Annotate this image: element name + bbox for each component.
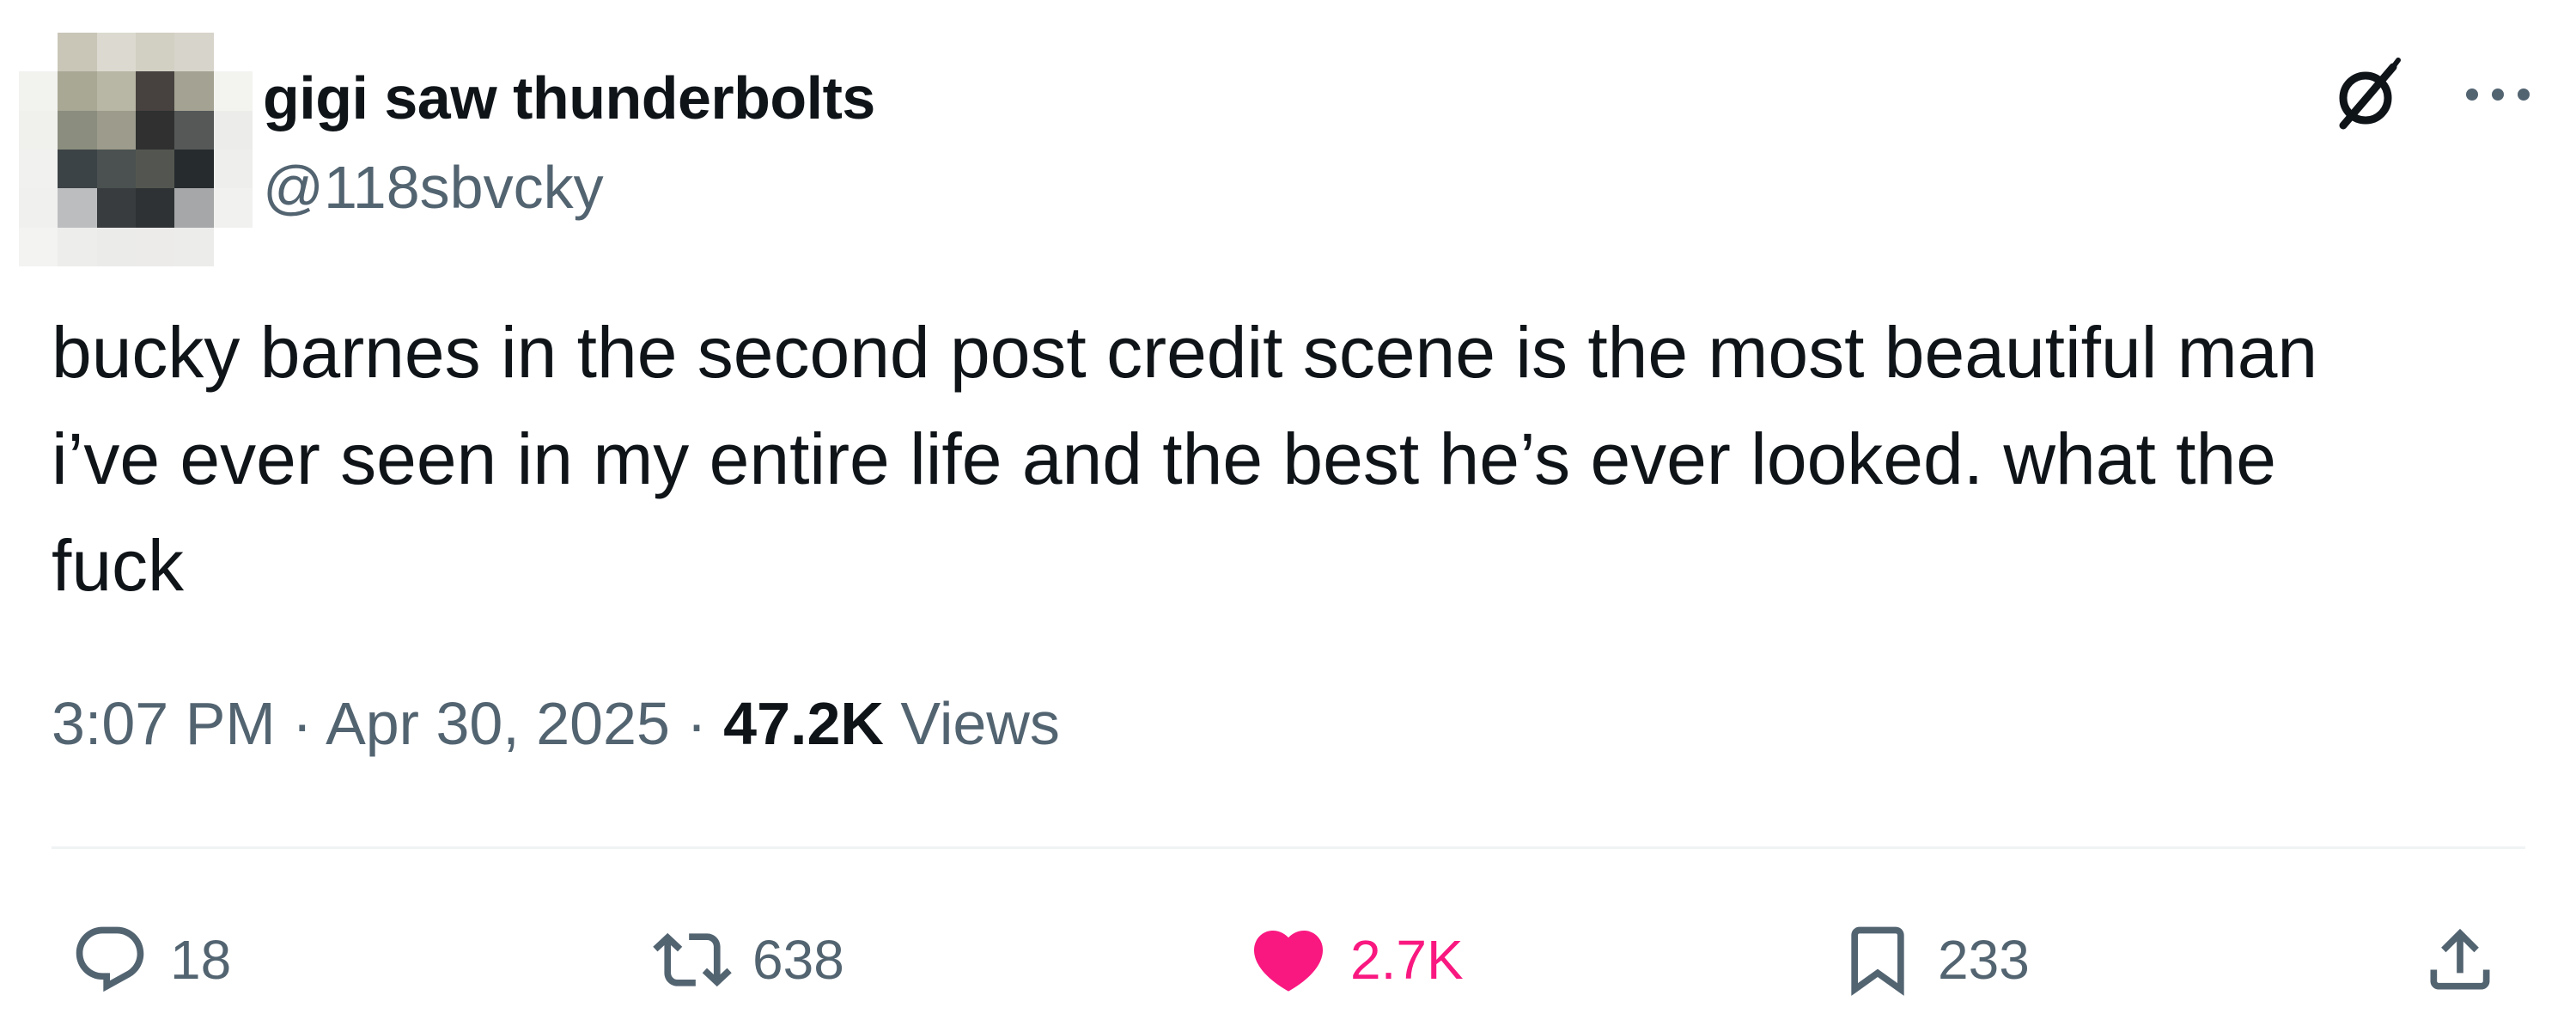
divider [52, 846, 2525, 849]
bookmark-button[interactable]: 233 [1838, 913, 2030, 1007]
repost-button[interactable]: 638 [653, 913, 844, 1007]
reply-button[interactable]: 18 [70, 913, 231, 1007]
like-count: 2.7K [1350, 929, 1464, 991]
heart-icon [1253, 931, 1324, 992]
like-button[interactable]: 2.7K [1247, 913, 1464, 1007]
bookmark-icon [1851, 926, 1904, 996]
post-metadata: 3:07 PM · Apr 30, 2025 · 47.2K Views [52, 687, 1060, 760]
bookmark-count: 233 [1938, 929, 2030, 991]
views-count: 47.2K [723, 690, 884, 757]
repost-icon [653, 932, 732, 987]
reply-count: 18 [170, 929, 232, 991]
meta-separator: · [292, 690, 313, 757]
user-handle[interactable]: @118sbvcky [263, 151, 604, 223]
post-time[interactable]: 3:07 PM [52, 690, 276, 757]
reply-icon [76, 926, 144, 992]
avatar[interactable] [19, 33, 253, 266]
tweet-card: gigi saw thunderbolts @118sbvcky bucky b… [0, 0, 2576, 1032]
display-name[interactable]: gigi saw thunderbolts [263, 62, 875, 134]
share-icon [2430, 928, 2490, 990]
grok-icon[interactable] [2326, 52, 2412, 137]
post-text: bucky barnes in the second post credit s… [52, 312, 2318, 606]
share-button[interactable] [2421, 913, 2500, 1007]
meta-separator: · [686, 690, 707, 757]
views-label: Views [900, 690, 1060, 757]
repost-count: 638 [752, 929, 844, 991]
more-options-icon[interactable] [2455, 77, 2541, 112]
post-date[interactable]: Apr 30, 2025 [326, 690, 670, 757]
